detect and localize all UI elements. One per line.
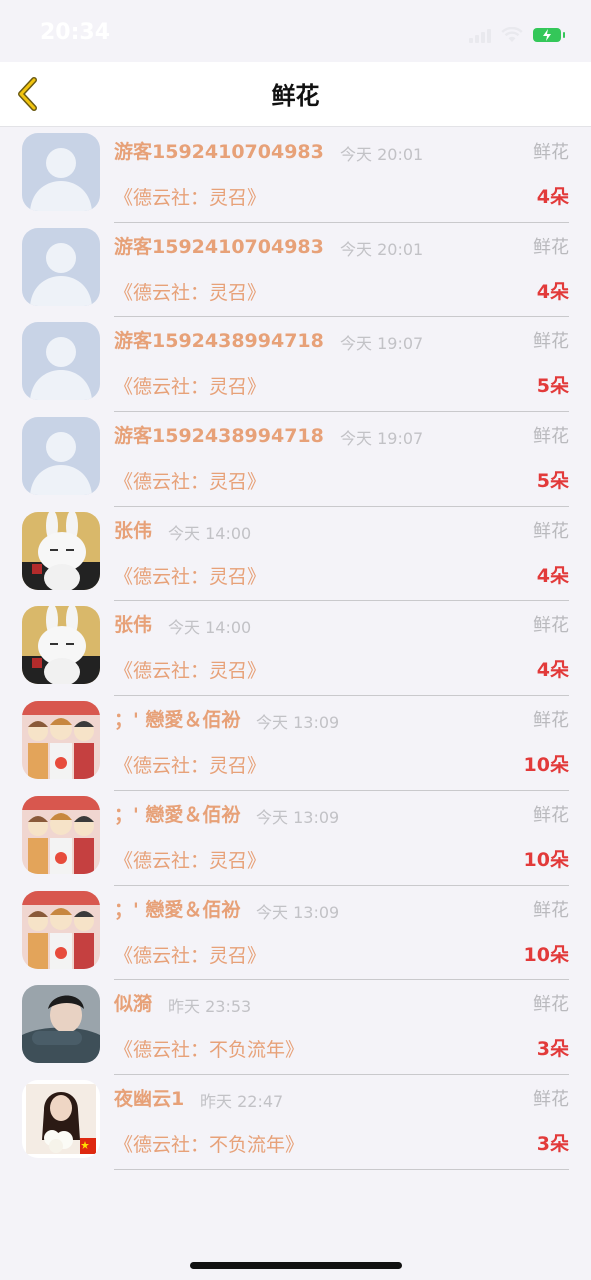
book-title: 《德云社：灵召》 — [114, 471, 267, 494]
gift-type: 鲜花 — [533, 1088, 569, 1110]
avatar[interactable] — [22, 322, 100, 401]
flower-count: 10朵 — [523, 754, 569, 777]
user-name: 游客1592410704983 — [114, 141, 324, 163]
status-bar: 20:34 — [0, 0, 591, 62]
list-item-info: 游客1592438994718 今天 19:07 鲜花《德云社：灵召》 5朵 — [114, 411, 569, 507]
avatar[interactable] — [22, 511, 100, 590]
timestamp: 昨天 22:47 — [200, 1091, 284, 1111]
book-title: 《德云社：灵召》 — [114, 660, 267, 683]
signal-icon — [469, 27, 491, 43]
book-title: 《德云社：灵召》 — [114, 755, 267, 778]
navigation-bar: 鲜花 — [0, 62, 591, 127]
user-name: 似漪 — [114, 993, 153, 1016]
gift-type: 鲜花 — [533, 899, 569, 921]
avatar[interactable] — [22, 795, 100, 874]
gift-type: 鲜花 — [533, 520, 569, 542]
gift-type: 鲜花 — [533, 710, 569, 732]
list-item-info: 张伟 今天 14:00 鲜花《德云社：灵召》 4朵 — [114, 600, 569, 697]
gift-type: 鲜花 — [533, 236, 569, 258]
timestamp: 今天 13:09 — [256, 807, 340, 827]
user-name: 游客1592438994718 — [114, 330, 324, 353]
book-title: 《德云社：灵召》 — [114, 281, 267, 304]
list-item[interactable]: ；' 戀愛＆佰衯 今天 13:09 鲜花《德云社：灵召》 10朵 — [0, 695, 591, 791]
avatar[interactable] — [22, 890, 100, 969]
avatar[interactable] — [22, 606, 100, 685]
avatar[interactable] — [22, 985, 100, 1064]
avatar[interactable] — [22, 701, 100, 780]
user-name: 张伟 — [114, 519, 153, 542]
gift-type: 鲜花 — [533, 331, 569, 353]
user-name: 夜幽云1 — [114, 1087, 185, 1110]
flower-count: 4朵 — [536, 280, 569, 303]
user-name: 游客1592438994718 — [114, 425, 324, 448]
home-indicator — [190, 1262, 402, 1269]
list-item-info: 游客1592410704983 今天 20:01 鲜花《德云社：灵召》 4朵 — [114, 222, 569, 318]
avatar[interactable] — [22, 1079, 100, 1158]
timestamp: 今天 14:00 — [168, 523, 252, 543]
avatar[interactable] — [22, 417, 100, 496]
list-item-info: 游客1592438994718 今天 19:07 鲜花《德云社：灵召》 5朵 — [114, 316, 569, 413]
list-item-info: 张伟 今天 14:00 鲜花《德云社：灵召》 4朵 — [114, 506, 569, 602]
user-name: ；' 戀愛＆佰衯 — [114, 709, 241, 732]
wifi-icon — [501, 27, 523, 42]
list-item-info: ；' 戀愛＆佰衯 今天 13:09 鲜花《德云社：灵召》 10朵 — [114, 885, 569, 981]
list-item[interactable]: 游客1592410704983 今天 20:01 鲜花《德云社：灵召》 4朵 — [0, 222, 591, 318]
book-title: 《德云社：灵召》 — [114, 565, 267, 588]
status-icons — [469, 26, 565, 44]
list-item[interactable]: 游客1592438994718 今天 19:07 鲜花《德云社：灵召》 5朵 — [0, 411, 591, 507]
avatar[interactable] — [22, 133, 100, 211]
list-item-info: ；' 戀愛＆佰衯 今天 13:09 鲜花《德云社：灵召》 10朵 — [114, 695, 569, 791]
timestamp: 今天 19:07 — [340, 429, 424, 449]
gift-type: 鲜花 — [533, 142, 569, 163]
flower-count: 3朵 — [536, 1038, 569, 1061]
timestamp: 今天 19:07 — [340, 334, 424, 354]
flower-count: 10朵 — [523, 848, 569, 871]
timestamp: 今天 14:00 — [168, 618, 252, 638]
user-name: ；' 戀愛＆佰衯 — [114, 803, 241, 826]
timestamp: 今天 20:01 — [340, 145, 424, 164]
user-name: ；' 戀愛＆佰衯 — [114, 898, 241, 921]
page-title: 鲜花 — [271, 82, 320, 110]
list-item[interactable]: ；' 戀愛＆佰衯 今天 13:09 鲜花《德云社：灵召》 10朵 — [0, 790, 591, 886]
user-name: 张伟 — [114, 614, 153, 637]
user-name: 游客1592410704983 — [114, 235, 324, 258]
book-title: 《德云社：灵召》 — [114, 944, 267, 967]
timestamp: 今天 13:09 — [256, 713, 340, 733]
flower-count: 3朵 — [536, 1132, 569, 1155]
list-item[interactable]: ；' 戀愛＆佰衯 今天 13:09 鲜花《德云社：灵召》 10朵 — [0, 885, 591, 981]
flower-gift-list: 游客1592410704983 今天 20:01 鲜花 《德云社：灵召》 4朵 游客159… — [0, 127, 591, 1170]
timestamp: 昨天 23:53 — [168, 997, 252, 1017]
list-item[interactable]: 张伟 今天 14:00 鲜花《德云社：灵召》 4朵 — [0, 506, 591, 602]
timestamp: 今天 20:01 — [340, 239, 424, 259]
battery-icon — [533, 28, 565, 42]
list-item[interactable]: 似漪 昨天 23:53 鲜花《德云社：不负流年》 3朵 — [0, 979, 591, 1075]
list-item-info: 游客1592410704983 今天 20:01 鲜花《德云社：灵召》 4朵 — [114, 127, 569, 223]
gift-type: 鲜花 — [533, 994, 569, 1016]
list-item[interactable]: 游客1592438994718 今天 19:07 鲜花《德云社：灵召》 5朵 — [0, 316, 591, 413]
status-time: 20:34 — [40, 20, 111, 45]
list-item[interactable]: 张伟 今天 14:00 鲜花《德云社：灵召》 4朵 — [0, 600, 591, 697]
flower-count: 5朵 — [536, 470, 569, 493]
avatar[interactable] — [22, 227, 100, 306]
book-title: 《德云社：灵召》 — [114, 187, 267, 209]
book-title: 《德云社：灵召》 — [114, 376, 267, 399]
list-item-info: 夜幽云1 昨天 22:47 鲜花《德云社：不负流年》 3朵 — [114, 1074, 569, 1170]
book-title: 《德云社：不负流年》 — [114, 1133, 305, 1156]
gift-type: 鲜花 — [533, 804, 569, 826]
gift-type: 鲜花 — [533, 426, 569, 448]
list-item-info: ；' 戀愛＆佰衯 今天 13:09 鲜花《德云社：灵召》 10朵 — [114, 790, 569, 886]
list-item[interactable]: 游客1592410704983 今天 20:01 鲜花《德云社：灵召》 4朵 — [0, 127, 591, 223]
flower-count: 4朵 — [536, 186, 569, 208]
book-title: 《德云社：灵召》 — [114, 849, 267, 872]
gift-type: 鲜花 — [533, 615, 569, 637]
timestamp: 今天 13:09 — [256, 902, 340, 922]
flower-count: 4朵 — [536, 659, 569, 682]
flower-count: 10朵 — [523, 943, 569, 966]
list-item[interactable]: 夜幽云1 昨天 22:47 鲜花《德云社：不负流年》 3朵 — [0, 1074, 591, 1170]
book-title: 《德云社：不负流年》 — [114, 1039, 305, 1062]
list-item-info: 似漪 昨天 23:53 鲜花《德云社：不负流年》 3朵 — [114, 979, 569, 1075]
flower-count: 5朵 — [536, 375, 569, 398]
flower-count: 4朵 — [536, 564, 569, 587]
